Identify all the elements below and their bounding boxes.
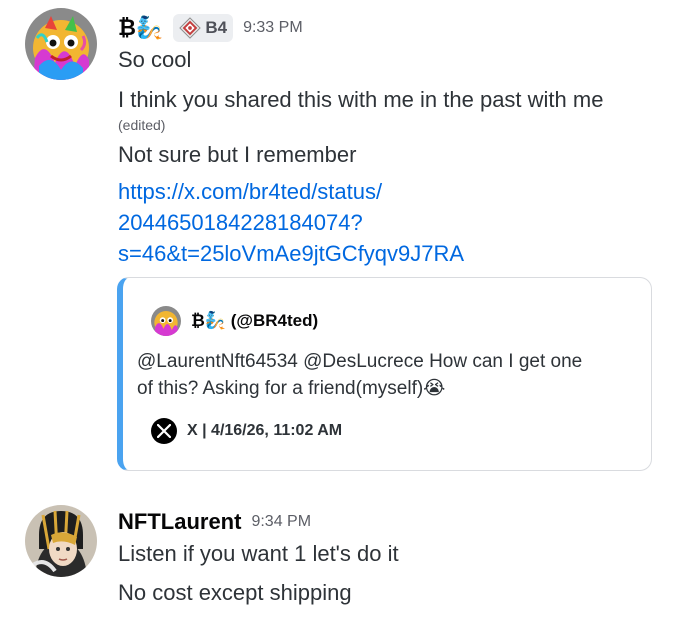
link-embed[interactable]: ₿🧞 (@BR4ted) @LaurentNft64534 @DesLucrec… — [117, 277, 652, 471]
embed-description: @LaurentNft64534 @DesLucrece How can I g… — [137, 348, 637, 402]
username[interactable]: ₿🧞 — [118, 15, 163, 41]
message-text: So cool — [118, 47, 192, 72]
colorful-creature-avatar-icon — [151, 306, 181, 336]
status-link[interactable]: https://x.com/br4ted/status/ 20446501842… — [118, 176, 464, 269]
embed-footer: X | 4/16/26, 11:02 AM — [151, 418, 342, 444]
message-header: ₿🧞 B4 9:33 PM — [118, 11, 303, 45]
embed-author[interactable]: ₿🧞 (@BR4ted) — [151, 306, 318, 336]
embed-description-line: of this? Asking for a friend(myself)😭 — [137, 378, 446, 399]
message-text: No cost except shipping — [118, 580, 352, 605]
link-line[interactable]: https://x.com/br4ted/status/ — [118, 176, 464, 207]
link-line[interactable]: s=46&t=25loVmAe9jtGCfyqv9J7RA — [118, 238, 464, 269]
x-logo-icon — [151, 418, 177, 444]
message-text: Not sure but I remember — [118, 142, 357, 167]
edited-label: (edited) — [118, 117, 166, 133]
message-header: NFTLaurent 9:34 PM — [118, 505, 311, 539]
guild-tag-badge[interactable]: B4 — [173, 14, 234, 42]
helmeted-figure-avatar-icon — [25, 505, 97, 577]
timestamp[interactable]: 9:33 PM — [243, 19, 303, 37]
link-line[interactable]: 2044650184228184074? — [118, 207, 464, 238]
embed-author-name[interactable]: ₿🧞 (@BR4ted) — [191, 311, 318, 331]
embed-author-avatar — [151, 306, 181, 336]
message-text: Listen if you want 1 let's do it — [118, 541, 399, 566]
username[interactable]: NFTLaurent — [118, 509, 241, 535]
message-text: I think you shared this with me in the p… — [118, 87, 604, 112]
embed-description-line: @LaurentNft64534 @DesLucrece How can I g… — [137, 351, 583, 372]
timestamp[interactable]: 9:34 PM — [251, 513, 311, 531]
colorful-creature-avatar-icon — [25, 8, 97, 80]
embed-footer-text: X | 4/16/26, 11:02 AM — [187, 422, 343, 439]
user-avatar-br4ted[interactable] — [25, 8, 97, 80]
user-avatar-nftlaurent[interactable] — [25, 505, 97, 577]
guild-tag-label: B4 — [205, 18, 228, 37]
diamond-guild-icon — [179, 17, 202, 39]
